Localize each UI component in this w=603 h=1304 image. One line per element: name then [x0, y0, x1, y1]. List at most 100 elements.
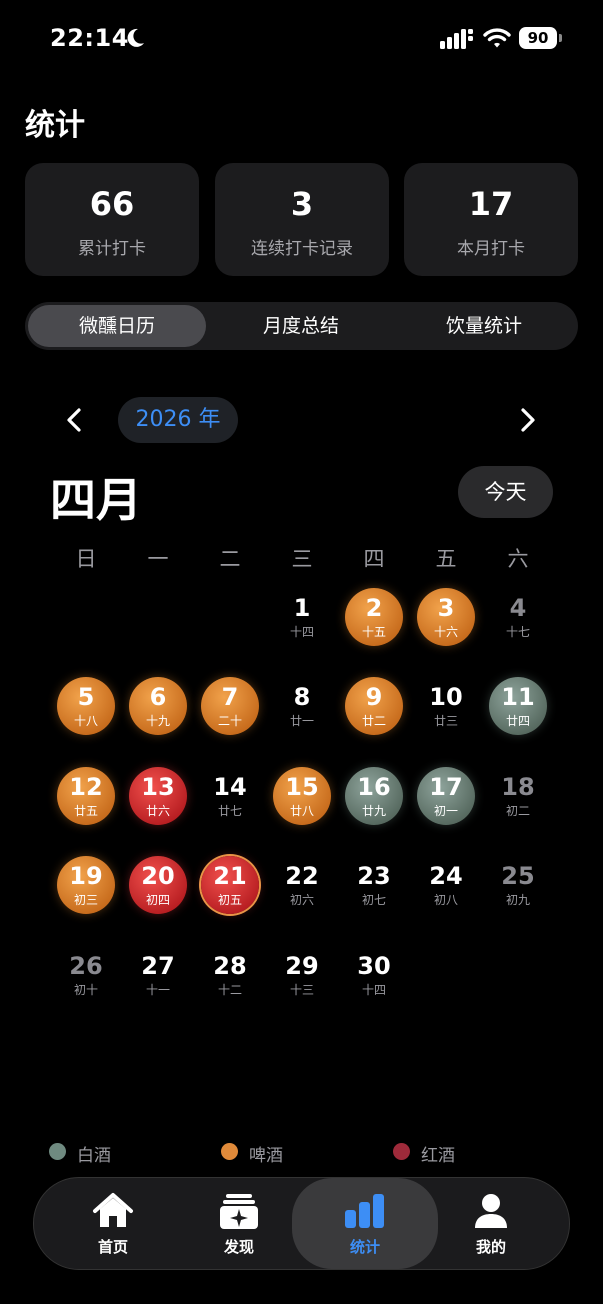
- lunar-date: 十二: [217, 983, 242, 997]
- stat-label: 累计打卡: [78, 239, 146, 259]
- lunar-date: 十八: [73, 714, 98, 728]
- calendar-day[interactable]: 29 十三: [273, 946, 331, 1004]
- tab-home[interactable]: 首页: [53, 1178, 173, 1269]
- segmented-control: 微醺日历 月度总结 饮量统计: [25, 302, 578, 350]
- day-number: 16: [357, 773, 391, 801]
- legend-dot-red-wine: [393, 1143, 410, 1160]
- calendar-day[interactable]: 22 初六: [273, 856, 331, 914]
- lunar-date: 廿八: [289, 804, 314, 818]
- lunar-date: 初九: [505, 893, 530, 907]
- today-button[interactable]: 今天: [458, 466, 553, 518]
- calendar-day[interactable]: 23 初七: [345, 856, 403, 914]
- legend-dot-beer: [221, 1143, 238, 1160]
- day-number: 17: [429, 773, 463, 801]
- tab-label: 发现: [223, 1238, 254, 1256]
- calendar-day[interactable]: 25 初九: [489, 856, 547, 914]
- calendar-day[interactable]: 13 廿六: [129, 767, 187, 825]
- lunar-date: 十九: [145, 714, 170, 728]
- lunar-date: 廿七: [217, 804, 242, 818]
- lunar-date: 廿五: [73, 804, 98, 818]
- day-number: 23: [357, 862, 391, 890]
- day-number: 25: [501, 862, 535, 890]
- calendar-day[interactable]: 14 廿七: [201, 767, 259, 825]
- discover-icon: [220, 1194, 258, 1229]
- calendar-day[interactable]: 16 廿九: [345, 767, 403, 825]
- lunar-date: 廿九: [361, 804, 386, 818]
- day-number: 3: [437, 594, 455, 622]
- stat-card-streak: 3 连续打卡记录: [215, 163, 389, 276]
- lunar-date: 初三: [73, 893, 98, 907]
- legend-label: 啤酒: [249, 1146, 283, 1166]
- calendar-day[interactable]: 4 十七: [489, 588, 547, 646]
- calendar-day[interactable]: 30 十四: [345, 946, 403, 1004]
- lunar-date: 十一: [145, 983, 170, 997]
- weekday-label: 日: [75, 547, 97, 571]
- calendar-day[interactable]: 11 廿四: [489, 677, 547, 735]
- battery-level: 90: [527, 29, 549, 47]
- calendar-day[interactable]: 21 初五: [201, 856, 259, 914]
- chevron-right-icon[interactable]: [510, 403, 544, 437]
- day-number: 9: [365, 683, 383, 711]
- calendar-day[interactable]: 27 十一: [129, 946, 187, 1004]
- calendar-day[interactable]: 9 廿二: [345, 677, 403, 735]
- day-number: 26: [69, 952, 103, 980]
- calendar-day[interactable]: 10 廿三: [417, 677, 475, 735]
- calendar-day[interactable]: 19 初三: [57, 856, 115, 914]
- weekday-label: 四: [363, 547, 385, 571]
- calendar-day[interactable]: 26 初十: [57, 946, 115, 1004]
- calendar-day[interactable]: 5 十八: [57, 677, 115, 735]
- tab-statistics[interactable]: 统计: [292, 1178, 438, 1269]
- day-number: 4: [509, 594, 527, 622]
- calendar-day[interactable]: 12 廿五: [57, 767, 115, 825]
- lunar-date: 初八: [433, 893, 458, 907]
- calendar-day[interactable]: 3 十六: [417, 588, 475, 646]
- tab-label: 我的: [475, 1238, 506, 1256]
- page-title: 统计: [25, 108, 85, 143]
- tab-bar: 首页 发现 统计 我的: [33, 1177, 570, 1270]
- calendar-day[interactable]: 2 十五: [345, 588, 403, 646]
- lunar-date: 初五: [217, 893, 242, 907]
- day-number: 14: [213, 773, 247, 801]
- month-title: 四月: [50, 473, 142, 527]
- lunar-date: 初六: [289, 893, 314, 907]
- segment-calendar[interactable]: 微醺日历: [28, 305, 206, 347]
- lunar-date: 十三: [289, 983, 314, 997]
- chevron-left-icon[interactable]: [58, 403, 92, 437]
- day-number: 12: [69, 773, 103, 801]
- lunar-date: 初四: [145, 893, 170, 907]
- calendar-day[interactable]: 7 二十: [201, 677, 259, 735]
- legend-label: 白酒: [77, 1146, 111, 1166]
- day-number: 8: [293, 683, 311, 711]
- year-selector[interactable]: 2026 年: [118, 397, 238, 443]
- calendar-day[interactable]: 17 初一: [417, 767, 475, 825]
- stat-value: 17: [468, 185, 514, 223]
- calendar-day[interactable]: 28 十二: [201, 946, 259, 1004]
- calendar-day[interactable]: 1 十四: [273, 588, 331, 646]
- status-time: 22:14: [50, 24, 129, 52]
- lunar-date: 廿四: [505, 714, 530, 728]
- calendar-day[interactable]: 24 初八: [417, 856, 475, 914]
- calendar-day[interactable]: 15 廿八: [273, 767, 331, 825]
- lunar-date: 二十: [217, 714, 242, 728]
- calendar-day[interactable]: 18 初二: [489, 767, 547, 825]
- calendar-day[interactable]: 6 十九: [129, 677, 187, 735]
- wifi-icon: [483, 28, 511, 48]
- segment-intake-stats[interactable]: 饮量统计: [393, 305, 575, 347]
- tab-discover[interactable]: 发现: [179, 1178, 299, 1269]
- stat-card-total: 66 累计打卡: [25, 163, 199, 276]
- legend-label: 红酒: [421, 1146, 455, 1166]
- weekday-label: 二: [219, 547, 241, 571]
- day-number: 27: [141, 952, 175, 980]
- segment-monthly-summary[interactable]: 月度总结: [209, 305, 393, 347]
- battery-indicator: 90: [519, 27, 563, 51]
- stat-value: 3: [290, 185, 314, 223]
- calendar-day[interactable]: 20 初四: [129, 856, 187, 914]
- stat-label: 本月打卡: [457, 239, 525, 259]
- chart-icon: [345, 1194, 384, 1228]
- lunar-date: 廿二: [361, 714, 386, 728]
- tab-profile[interactable]: 我的: [431, 1178, 551, 1269]
- calendar-day[interactable]: 8 廿一: [273, 677, 331, 735]
- weekday-label: 五: [435, 547, 457, 571]
- lunar-date: 初二: [505, 804, 530, 818]
- day-number: 22: [285, 862, 319, 890]
